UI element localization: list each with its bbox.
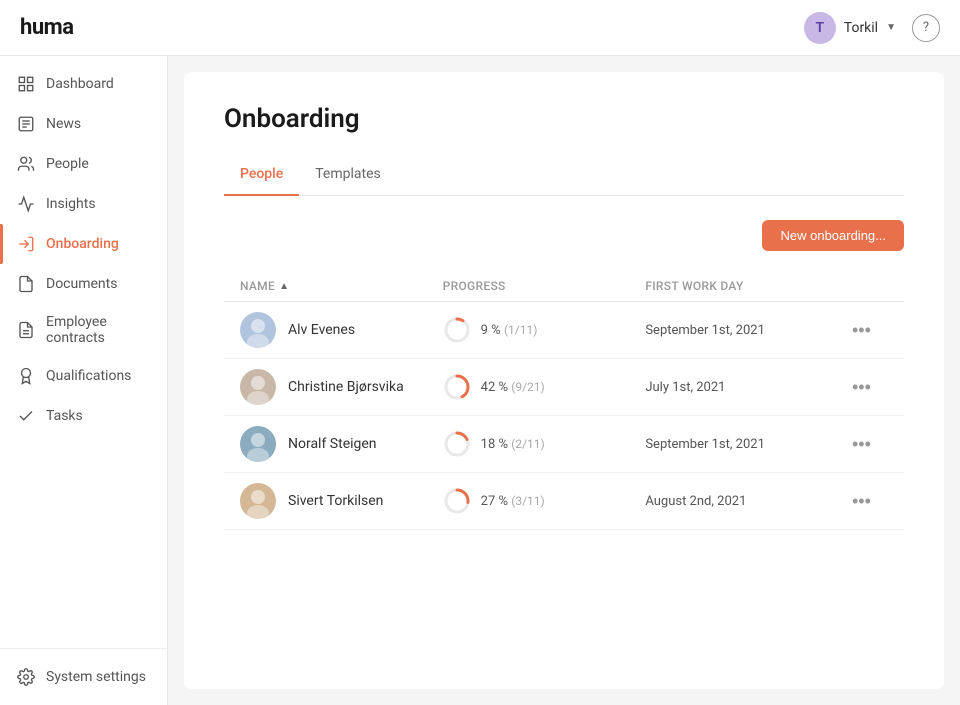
- insights-icon: [16, 194, 36, 214]
- employee-contracts-icon: [16, 320, 36, 340]
- sidebar-item-people[interactable]: People: [0, 144, 167, 184]
- table-row: Alv Evenes 9 % (1/11) September 1st, 202…: [224, 302, 904, 359]
- qualifications-icon: [16, 366, 36, 386]
- table-row: Sivert Torkilsen 27 % (3/11) August 2nd,…: [224, 473, 904, 530]
- col-actions: [848, 279, 888, 293]
- table-header: Name ▲ Progress First work day: [224, 271, 904, 302]
- progress-cell: 9 % (1/11): [443, 316, 646, 344]
- progress-cell: 27 % (3/11): [443, 487, 646, 515]
- progress-cell: 42 % (9/21): [443, 373, 646, 401]
- date-cell: July 1st, 2021: [645, 380, 848, 395]
- sidebar-item-system-settings[interactable]: System settings: [0, 657, 167, 697]
- progress-ring: [443, 316, 471, 344]
- gear-icon: [16, 667, 36, 687]
- col-first-work-day: First work day: [645, 279, 848, 293]
- person-name[interactable]: Sivert Torkilsen: [288, 493, 383, 509]
- tasks-icon: [16, 406, 36, 426]
- topbar-right: T Torkil ▼ ?: [804, 12, 940, 44]
- sidebar: Dashboard News People Insights Onboardin…: [0, 56, 168, 705]
- sidebar-item-tasks[interactable]: Tasks: [0, 396, 167, 436]
- more-options-button[interactable]: •••: [848, 487, 875, 516]
- sidebar-label-tasks: Tasks: [46, 408, 83, 424]
- progress-cell: 18 % (2/11): [443, 430, 646, 458]
- sidebar-item-employee-contracts[interactable]: Employee contracts: [0, 304, 167, 356]
- date-cell: September 1st, 2021: [645, 323, 848, 338]
- documents-icon: [16, 274, 36, 294]
- user-menu[interactable]: T Torkil ▼: [804, 12, 896, 44]
- avatar: [240, 483, 276, 519]
- new-onboarding-button[interactable]: New onboarding...: [762, 220, 904, 251]
- sidebar-label-dashboard: Dashboard: [46, 76, 114, 92]
- date-cell: September 1st, 2021: [645, 437, 848, 452]
- dashboard-icon: [16, 74, 36, 94]
- avatar: [240, 426, 276, 462]
- topbar: huma T Torkil ▼ ?: [0, 0, 960, 56]
- sidebar-item-onboarding[interactable]: Onboarding: [0, 224, 167, 264]
- tabs-bar: People Templates: [224, 158, 904, 196]
- main-content: Onboarding People Templates New onboardi…: [184, 72, 944, 689]
- progress-text: 9 % (1/11): [481, 323, 538, 338]
- sidebar-item-documents[interactable]: Documents: [0, 264, 167, 304]
- sidebar-label-system-settings: System settings: [46, 669, 146, 685]
- chevron-down-icon: ▼: [886, 22, 896, 33]
- progress-text: 42 % (9/21): [481, 380, 545, 395]
- onboarding-icon: [16, 234, 36, 254]
- news-icon: [16, 114, 36, 134]
- help-icon[interactable]: ?: [912, 14, 940, 42]
- avatar: [240, 369, 276, 405]
- toolbar: New onboarding...: [224, 220, 904, 251]
- progress-text: 18 % (2/11): [481, 437, 545, 452]
- sidebar-item-dashboard[interactable]: Dashboard: [0, 64, 167, 104]
- sidebar-label-documents: Documents: [46, 276, 117, 292]
- people-icon: [16, 154, 36, 174]
- page-title: Onboarding: [224, 104, 904, 134]
- layout: Dashboard News People Insights Onboardin…: [0, 56, 960, 705]
- person-cell: Alv Evenes: [240, 312, 443, 348]
- sidebar-item-news[interactable]: News: [0, 104, 167, 144]
- person-cell: Christine Bjørsvika: [240, 369, 443, 405]
- sidebar-label-qualifications: Qualifications: [46, 368, 131, 384]
- sort-arrow-icon: ▲: [279, 281, 289, 292]
- col-name[interactable]: Name ▲: [240, 279, 443, 293]
- progress-ring: [443, 430, 471, 458]
- col-progress: Progress: [443, 279, 646, 293]
- table-row: Christine Bjørsvika 42 % (9/21) July 1st…: [224, 359, 904, 416]
- row-actions: •••: [848, 373, 888, 402]
- progress-ring: [443, 373, 471, 401]
- date-cell: August 2nd, 2021: [645, 494, 848, 509]
- person-name[interactable]: Christine Bjørsvika: [288, 379, 404, 395]
- sidebar-label-employee-contracts: Employee contracts: [46, 314, 151, 346]
- person-cell: Noralf Steigen: [240, 426, 443, 462]
- sidebar-item-insights[interactable]: Insights: [0, 184, 167, 224]
- tab-people[interactable]: People: [224, 158, 299, 196]
- logo: huma: [20, 15, 73, 40]
- table-row: Noralf Steigen 18 % (2/11) September 1st…: [224, 416, 904, 473]
- progress-text: 27 % (3/11): [481, 494, 545, 509]
- row-actions: •••: [848, 487, 888, 516]
- sidebar-label-insights: Insights: [46, 196, 96, 212]
- more-options-button[interactable]: •••: [848, 430, 875, 459]
- person-name[interactable]: Alv Evenes: [288, 322, 355, 338]
- sidebar-label-onboarding: Onboarding: [46, 236, 119, 252]
- row-actions: •••: [848, 430, 888, 459]
- table-body: Alv Evenes 9 % (1/11) September 1st, 202…: [224, 302, 904, 530]
- avatar: [240, 312, 276, 348]
- sidebar-label-people: People: [46, 156, 89, 172]
- sidebar-item-qualifications[interactable]: Qualifications: [0, 356, 167, 396]
- progress-ring: [443, 487, 471, 515]
- sidebar-label-news: News: [46, 116, 81, 132]
- more-options-button[interactable]: •••: [848, 373, 875, 402]
- row-actions: •••: [848, 316, 888, 345]
- user-name: Torkil: [844, 20, 878, 36]
- more-options-button[interactable]: •••: [848, 316, 875, 345]
- person-name[interactable]: Noralf Steigen: [288, 436, 377, 452]
- avatar: T: [804, 12, 836, 44]
- person-cell: Sivert Torkilsen: [240, 483, 443, 519]
- tab-templates[interactable]: Templates: [299, 158, 397, 196]
